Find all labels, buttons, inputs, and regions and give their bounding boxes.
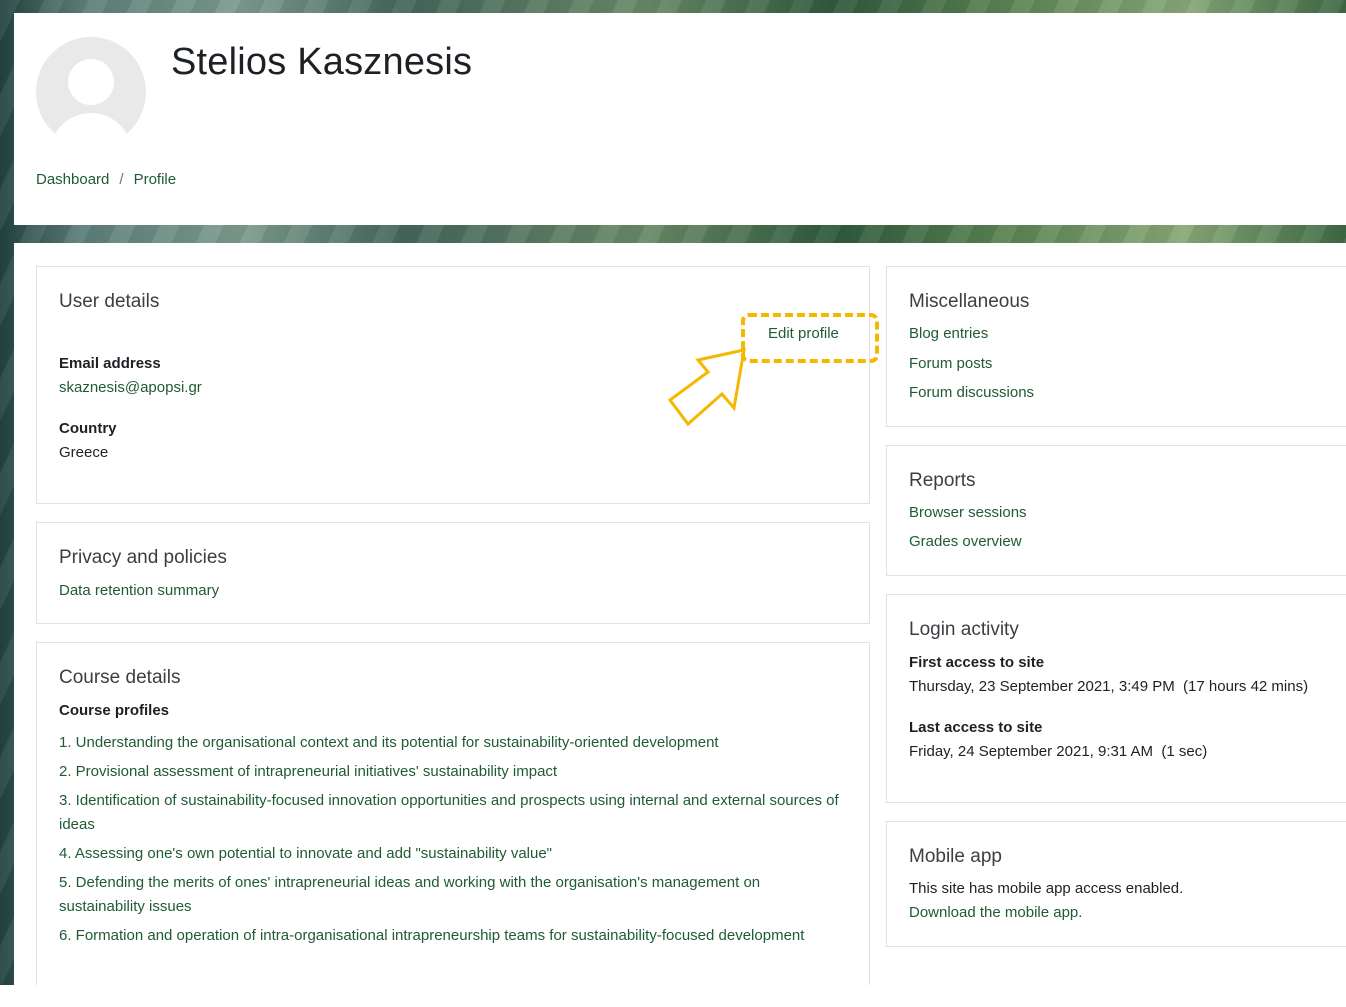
user-avatar[interactable] <box>36 37 146 147</box>
reports-title: Reports <box>909 470 976 491</box>
breadcrumb-separator: / <box>119 171 124 188</box>
mobile-app-card: Mobile app This site has mobile app acce… <box>886 821 1346 947</box>
avatar-head-shape <box>68 59 114 105</box>
login-activity-card: Login activity First access to site Thur… <box>886 594 1346 803</box>
edit-profile-highlight <box>741 313 879 363</box>
breadcrumb: Dashboard / Profile <box>36 171 176 188</box>
breadcrumb-dashboard[interactable]: Dashboard <box>36 171 109 188</box>
country-value: Greece <box>59 444 109 461</box>
first-access-label: First access to site <box>909 654 1045 671</box>
country-label: Country <box>59 420 117 437</box>
download-mobile-app-link[interactable]: Download the mobile app. <box>909 904 1082 921</box>
grades-overview-link[interactable]: Grades overview <box>909 533 1022 550</box>
page-bottom-gap <box>0 985 1346 1007</box>
course-link-3[interactable]: 3. Identification of sustainability-focu… <box>59 789 849 837</box>
course-details-card: Course details Course profiles 1. Unders… <box>36 642 870 987</box>
course-link-5[interactable]: 5. Defending the merits of ones' intrapr… <box>59 871 849 919</box>
mobile-app-title: Mobile app <box>909 846 1002 867</box>
privacy-title: Privacy and policies <box>59 547 227 568</box>
course-link-1[interactable]: 1. Understanding the organisational cont… <box>59 731 849 755</box>
privacy-card: Privacy and policies Data retention summ… <box>36 522 870 624</box>
avatar-body-shape <box>50 113 132 147</box>
user-full-name: Stelios Kasznesis <box>171 41 473 83</box>
first-access-value: Thursday, 23 September 2021, 3:49 PM (17… <box>909 678 1309 695</box>
browser-sessions-link[interactable]: Browser sessions <box>909 504 1027 521</box>
pointer-arrow-icon <box>667 348 746 427</box>
user-details-title: User details <box>59 291 160 312</box>
course-details-title: Course details <box>59 667 181 688</box>
reports-card: Reports Browser sessions Grades overview <box>886 445 1346 576</box>
miscellaneous-card: Miscellaneous Blog entries Forum posts F… <box>886 266 1346 427</box>
data-retention-link[interactable]: Data retention summary <box>59 582 219 599</box>
last-access-label: Last access to site <box>909 719 1043 736</box>
page-header: Stelios Kasznesis Dashboard / Profile <box>14 13 1346 225</box>
login-activity-title: Login activity <box>909 619 1019 640</box>
breadcrumb-profile[interactable]: Profile <box>134 171 177 188</box>
course-link-4[interactable]: 4. Assessing one's own potential to inno… <box>59 842 849 866</box>
course-link-2[interactable]: 2. Provisional assessment of intrapreneu… <box>59 760 849 784</box>
course-link-6[interactable]: 6. Formation and operation of intra-orga… <box>59 924 849 948</box>
last-access-value: Friday, 24 September 2021, 9:31 AM (1 se… <box>909 743 1208 760</box>
email-link[interactable]: skaznesis@apopsi.gr <box>59 379 202 396</box>
miscellaneous-title: Miscellaneous <box>909 291 1030 312</box>
email-label: Email address <box>59 355 161 372</box>
course-profiles-label: Course profiles <box>59 702 170 719</box>
forum-discussions-link[interactable]: Forum discussions <box>909 384 1034 401</box>
blog-entries-link[interactable]: Blog entries <box>909 325 988 342</box>
course-list: 1. Understanding the organisational cont… <box>59 731 849 948</box>
forum-posts-link[interactable]: Forum posts <box>909 355 992 372</box>
mobile-app-text: This site has mobile app access enabled. <box>909 880 1184 897</box>
